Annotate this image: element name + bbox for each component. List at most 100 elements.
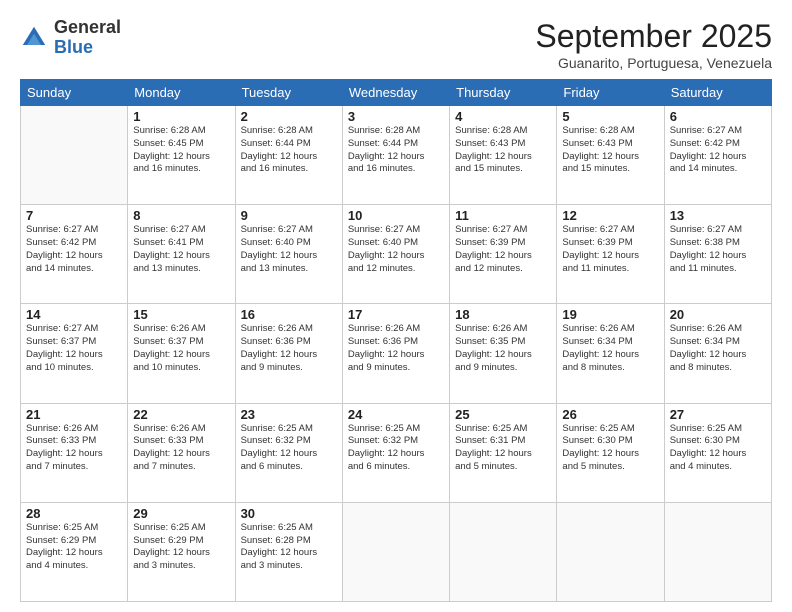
day-number: 23 (241, 407, 337, 422)
day-number: 24 (348, 407, 444, 422)
calendar-cell: 23Sunrise: 6:25 AM Sunset: 6:32 PM Dayli… (235, 403, 342, 502)
calendar-table: SundayMondayTuesdayWednesdayThursdayFrid… (20, 79, 772, 602)
day-info: Sunrise: 6:26 AM Sunset: 6:36 PM Dayligh… (348, 323, 444, 374)
day-number: 27 (670, 407, 766, 422)
calendar-cell (21, 106, 128, 205)
day-number: 25 (455, 407, 551, 422)
page: General Blue September 2025 Guanarito, P… (0, 0, 792, 612)
day-number: 12 (562, 208, 658, 223)
day-info: Sunrise: 6:25 AM Sunset: 6:30 PM Dayligh… (670, 423, 766, 474)
day-info: Sunrise: 6:25 AM Sunset: 6:31 PM Dayligh… (455, 423, 551, 474)
day-info: Sunrise: 6:27 AM Sunset: 6:42 PM Dayligh… (670, 125, 766, 176)
day-number: 5 (562, 109, 658, 124)
calendar-cell: 18Sunrise: 6:26 AM Sunset: 6:35 PM Dayli… (450, 304, 557, 403)
calendar-week-row: 28 Sunrise: 6:25 AM Sunset: 6:29 PM Dayli… (21, 502, 772, 601)
day-info: Sunrise: 6:28 AM Sunset: 6:45 PM Dayligh… (133, 125, 229, 176)
day-info: Sunrise: 6:26 AM Sunset: 6:34 PM Dayligh… (670, 323, 766, 374)
day-number: 8 (133, 208, 229, 223)
day-info: Sunrise: 6:28 AM Sunset: 6:44 PM Dayligh… (241, 125, 337, 176)
day-number: 15 (133, 307, 229, 322)
logo-general-text: General (54, 18, 121, 38)
calendar-cell (664, 502, 771, 601)
day-info: Sunrise: 6:26 AM Sunset: 6:37 PM Dayligh… (133, 323, 229, 374)
day-info: Sunrise: 6:27 AM Sunset: 6:41 PM Dayligh… (133, 224, 229, 275)
calendar-cell: 29Sunrise: 6:25 AM Sunset: 6:29 PM Dayli… (128, 502, 235, 601)
calendar-cell: 17Sunrise: 6:26 AM Sunset: 6:36 PM Dayli… (342, 304, 449, 403)
calendar-cell (450, 502, 557, 601)
day-info: Sunrise: 6:27 AM Sunset: 6:40 PM Dayligh… (241, 224, 337, 275)
day-info: Sunrise: 6:27 AM Sunset: 6:37 PM Dayligh… (26, 323, 122, 374)
logo-text: General Blue (54, 18, 121, 58)
calendar-week-row: 14Sunrise: 6:27 AM Sunset: 6:37 PM Dayli… (21, 304, 772, 403)
day-number: 7 (26, 208, 122, 223)
calendar-cell: 7Sunrise: 6:27 AM Sunset: 6:42 PM Daylig… (21, 205, 128, 304)
calendar-cell: 21Sunrise: 6:26 AM Sunset: 6:33 PM Dayli… (21, 403, 128, 502)
calendar-cell: 10Sunrise: 6:27 AM Sunset: 6:40 PM Dayli… (342, 205, 449, 304)
calendar-cell (342, 502, 449, 601)
calendar-cell: 6Sunrise: 6:27 AM Sunset: 6:42 PM Daylig… (664, 106, 771, 205)
day-info: Sunrise: 6:28 AM Sunset: 6:43 PM Dayligh… (562, 125, 658, 176)
month-title: September 2025 (535, 18, 772, 55)
day-number: 10 (348, 208, 444, 223)
day-header-friday: Friday (557, 80, 664, 106)
header: General Blue September 2025 Guanarito, P… (20, 18, 772, 71)
calendar-cell: 13Sunrise: 6:27 AM Sunset: 6:38 PM Dayli… (664, 205, 771, 304)
calendar-cell: 12Sunrise: 6:27 AM Sunset: 6:39 PM Dayli… (557, 205, 664, 304)
day-number: 18 (455, 307, 551, 322)
calendar-cell: 27Sunrise: 6:25 AM Sunset: 6:30 PM Dayli… (664, 403, 771, 502)
day-info: Sunrise: 6:27 AM Sunset: 6:39 PM Dayligh… (562, 224, 658, 275)
calendar-cell: 26Sunrise: 6:25 AM Sunset: 6:30 PM Dayli… (557, 403, 664, 502)
title-block: September 2025 Guanarito, Portuguesa, Ve… (535, 18, 772, 71)
day-number: 1 (133, 109, 229, 124)
day-number: 22 (133, 407, 229, 422)
day-number: 4 (455, 109, 551, 124)
day-number: 26 (562, 407, 658, 422)
day-header-tuesday: Tuesday (235, 80, 342, 106)
day-number: 11 (455, 208, 551, 223)
day-info: Sunrise: 6:27 AM Sunset: 6:40 PM Dayligh… (348, 224, 444, 275)
day-number: 21 (26, 407, 122, 422)
calendar-cell: 16Sunrise: 6:26 AM Sunset: 6:36 PM Dayli… (235, 304, 342, 403)
day-number: 2 (241, 109, 337, 124)
calendar-cell: 22Sunrise: 6:26 AM Sunset: 6:33 PM Dayli… (128, 403, 235, 502)
calendar-cell: 2Sunrise: 6:28 AM Sunset: 6:44 PM Daylig… (235, 106, 342, 205)
day-header-sunday: Sunday (21, 80, 128, 106)
calendar-cell: 9Sunrise: 6:27 AM Sunset: 6:40 PM Daylig… (235, 205, 342, 304)
calendar-cell: 19Sunrise: 6:26 AM Sunset: 6:34 PM Dayli… (557, 304, 664, 403)
calendar-cell: 24Sunrise: 6:25 AM Sunset: 6:32 PM Dayli… (342, 403, 449, 502)
day-number: 9 (241, 208, 337, 223)
calendar-cell: 5Sunrise: 6:28 AM Sunset: 6:43 PM Daylig… (557, 106, 664, 205)
day-number: 13 (670, 208, 766, 223)
day-info: Sunrise: 6:26 AM Sunset: 6:35 PM Dayligh… (455, 323, 551, 374)
calendar-week-row: 1Sunrise: 6:28 AM Sunset: 6:45 PM Daylig… (21, 106, 772, 205)
calendar-cell: 14Sunrise: 6:27 AM Sunset: 6:37 PM Dayli… (21, 304, 128, 403)
logo-blue-text: Blue (54, 38, 121, 58)
calendar-cell: 20Sunrise: 6:26 AM Sunset: 6:34 PM Dayli… (664, 304, 771, 403)
calendar-cell: 15Sunrise: 6:26 AM Sunset: 6:37 PM Dayli… (128, 304, 235, 403)
day-info: Sunrise: 6:26 AM Sunset: 6:33 PM Dayligh… (133, 423, 229, 474)
day-number: 17 (348, 307, 444, 322)
day-number: 6 (670, 109, 766, 124)
calendar-cell: 3Sunrise: 6:28 AM Sunset: 6:44 PM Daylig… (342, 106, 449, 205)
calendar-cell: 8Sunrise: 6:27 AM Sunset: 6:41 PM Daylig… (128, 205, 235, 304)
calendar-cell: 25Sunrise: 6:25 AM Sunset: 6:31 PM Dayli… (450, 403, 557, 502)
day-number: 14 (26, 307, 122, 322)
day-info: Sunrise: 6:26 AM Sunset: 6:33 PM Dayligh… (26, 423, 122, 474)
day-info: Sunrise: 6:25 AM Sunset: 6:28 PM Dayligh… (241, 522, 337, 573)
day-number: 19 (562, 307, 658, 322)
day-info: Sunrise: 6:25 AM Sunset: 6:29 PM Dayligh… (133, 522, 229, 573)
day-info: Sunrise: 6:25 AM Sunset: 6:32 PM Dayligh… (348, 423, 444, 474)
logo: General Blue (20, 18, 121, 58)
day-number: 30 (241, 506, 337, 521)
location: Guanarito, Portuguesa, Venezuela (535, 55, 772, 71)
calendar-week-row: 21Sunrise: 6:26 AM Sunset: 6:33 PM Dayli… (21, 403, 772, 502)
day-number: 16 (241, 307, 337, 322)
day-header-saturday: Saturday (664, 80, 771, 106)
day-header-monday: Monday (128, 80, 235, 106)
day-info: Sunrise: 6:26 AM Sunset: 6:34 PM Dayligh… (562, 323, 658, 374)
day-header-wednesday: Wednesday (342, 80, 449, 106)
day-info: Sunrise: 6:27 AM Sunset: 6:38 PM Dayligh… (670, 224, 766, 275)
day-number: 28 (26, 506, 122, 521)
calendar-week-row: 7Sunrise: 6:27 AM Sunset: 6:42 PM Daylig… (21, 205, 772, 304)
day-info: Sunrise: 6:28 AM Sunset: 6:43 PM Dayligh… (455, 125, 551, 176)
